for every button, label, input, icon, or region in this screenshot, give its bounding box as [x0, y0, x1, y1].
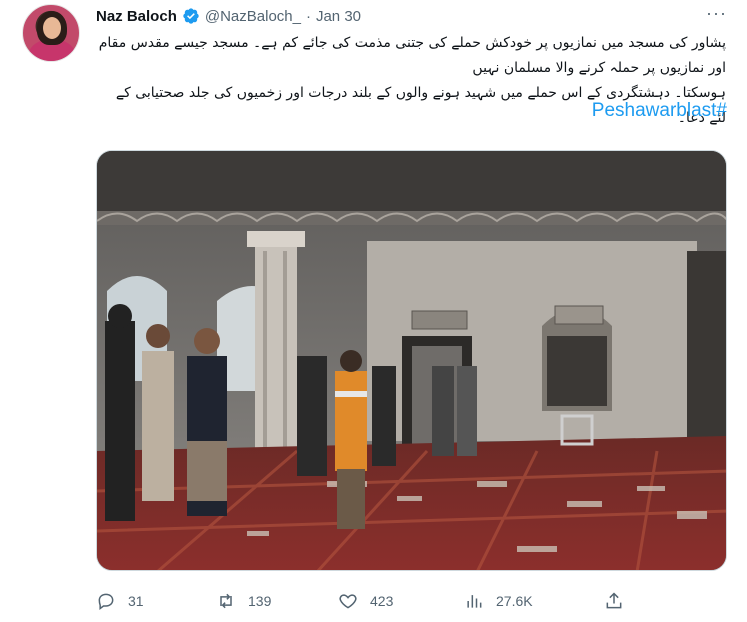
- avatar-face: [43, 17, 61, 39]
- reply-count: 31: [128, 593, 144, 609]
- like-count: 423: [370, 593, 394, 609]
- more-icon[interactable]: ···: [706, 4, 727, 22]
- heart-icon: [339, 594, 357, 609]
- author-name[interactable]: Naz Baloch: [96, 8, 177, 25]
- views-button[interactable]: 27.6K: [464, 588, 533, 614]
- tweet-text-line1: پشاور کی مسجد میں نمازیوں پر خودکش حملے …: [98, 35, 726, 76]
- tweet-photo[interactable]: [96, 150, 727, 571]
- reply-icon: [98, 593, 114, 610]
- header-separator: ·: [305, 7, 311, 25]
- retweet-button[interactable]: 139: [216, 588, 271, 614]
- views-count: 27.6K: [496, 593, 533, 609]
- tweet-date[interactable]: Jan 30: [316, 8, 361, 25]
- share-icon: [606, 592, 622, 609]
- reply-button[interactable]: 31: [96, 588, 144, 614]
- retweet-icon: [220, 593, 232, 609]
- verified-badge-icon: [183, 8, 199, 24]
- share-button[interactable]: [604, 588, 624, 614]
- retweet-count: 139: [248, 593, 272, 609]
- tweet-header: Naz Baloch @NazBaloch_ · Jan 30 ···: [96, 4, 727, 26]
- author-avatar[interactable]: [22, 4, 80, 62]
- author-handle[interactable]: @NazBaloch_: [205, 8, 301, 25]
- like-button[interactable]: 423: [338, 588, 393, 614]
- views-chart-icon: [467, 595, 482, 608]
- hashtag-link[interactable]: Peshawarblast#: [592, 100, 727, 122]
- tweet-actions: 31 139 423 27.6K: [96, 588, 636, 614]
- mosque-blast-photo: [97, 151, 726, 570]
